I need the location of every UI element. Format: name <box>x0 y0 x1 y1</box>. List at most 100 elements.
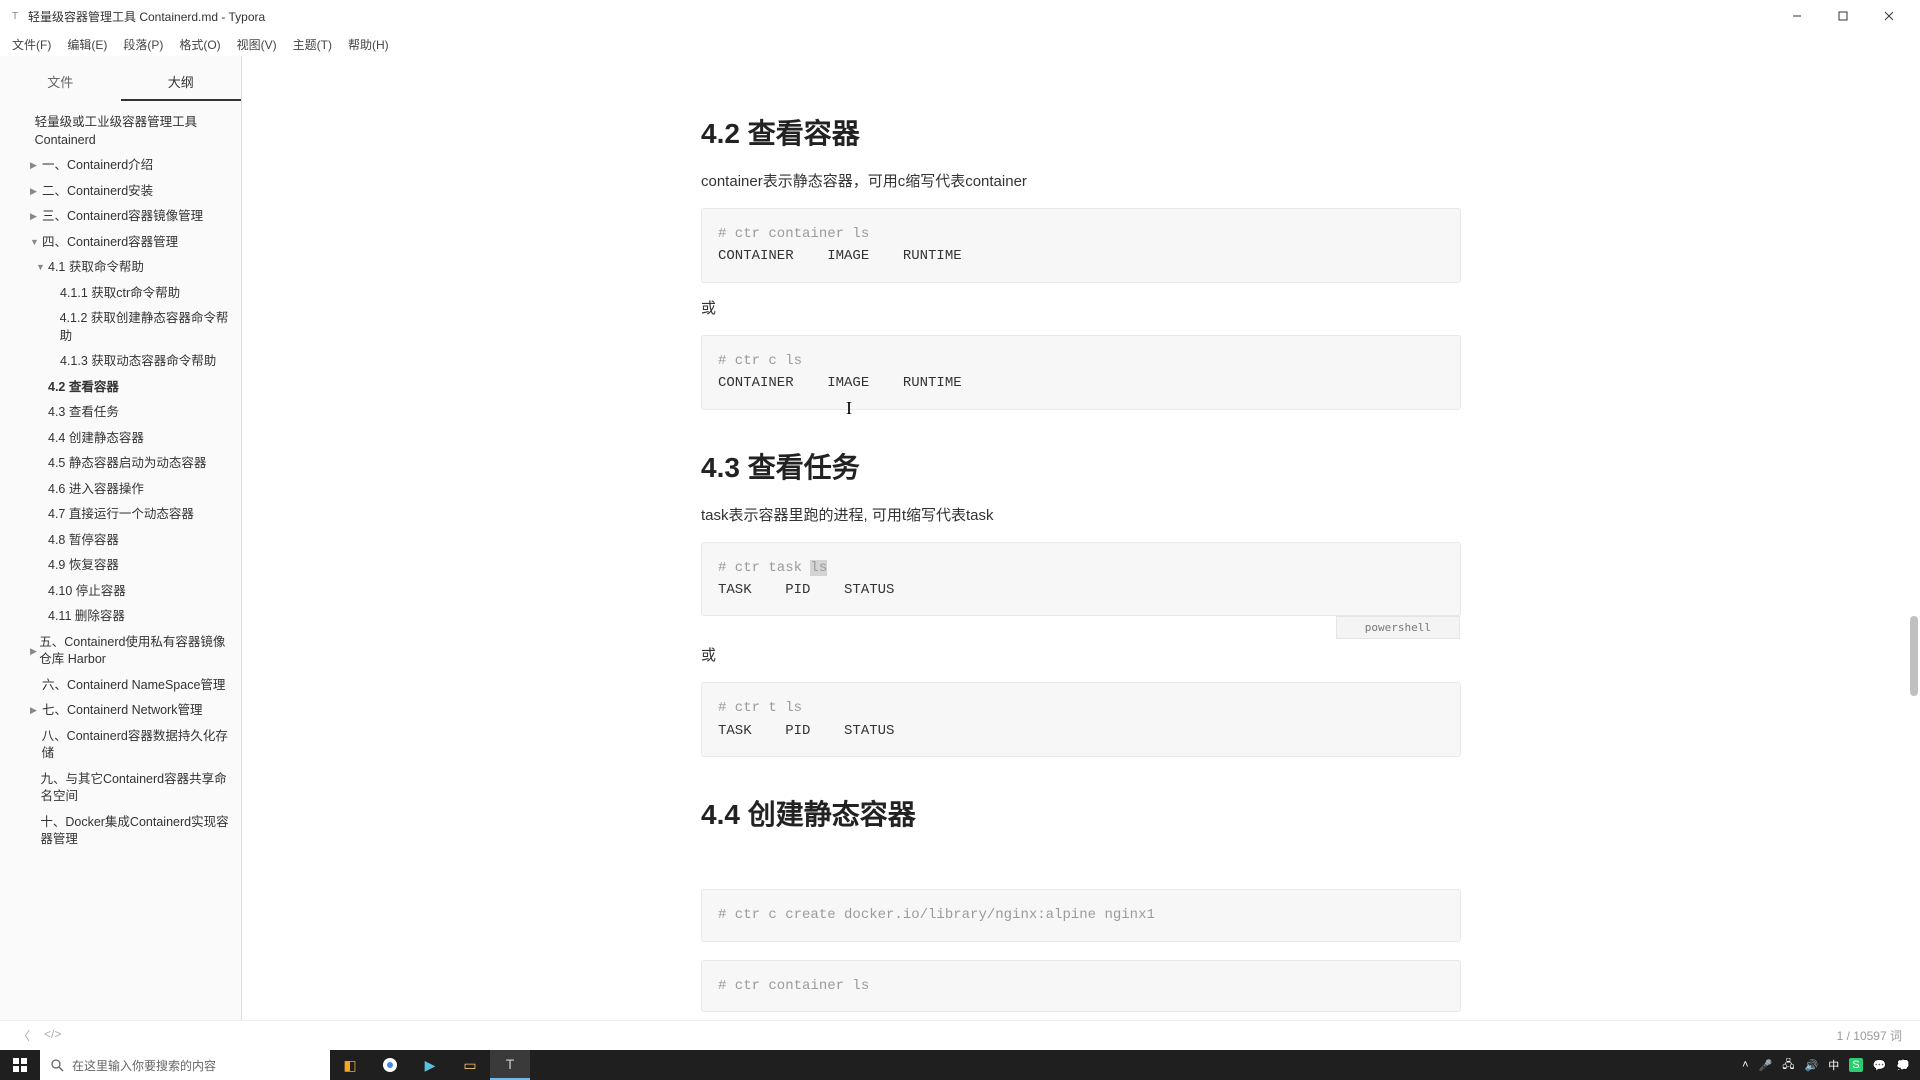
app-icon: T <box>8 9 22 23</box>
menubar: 文件(F) 编辑(E) 段落(P) 格式(O) 视图(V) 主题(T) 帮助(H… <box>0 32 1920 56</box>
code-block[interactable]: # ctr c ls CONTAINER IMAGE RUNTIME <box>701 335 1461 410</box>
menu-theme[interactable]: 主题(T) <box>285 34 340 55</box>
outline-item[interactable]: ▶4.11 删除容器 <box>0 604 241 630</box>
outline-item[interactable]: ▶4.2 查看容器 <box>0 375 241 401</box>
heading-4-4[interactable]: 4.4 创建静态容器 <box>701 793 1461 833</box>
outline-doc-title[interactable]: 轻量级或工业级容器管理工具 Containerd <box>0 110 241 153</box>
minimize-button[interactable] <box>1774 0 1820 32</box>
outline-label: 四、Containerd容器管理 <box>42 234 178 252</box>
outline-item[interactable]: ▼4.1 获取命令帮助 <box>0 255 241 281</box>
outline-item[interactable]: ▶三、Containerd容器镜像管理 <box>0 204 241 230</box>
tab-files[interactable]: 文件 <box>0 64 121 101</box>
outline-item[interactable]: ▶二、Containerd安装 <box>0 179 241 205</box>
taskbar-search[interactable]: 在这里输入你要搜索的内容 <box>40 1050 330 1080</box>
heading-4-3[interactable]: 4.3 查看任务 <box>701 446 1461 486</box>
menu-help[interactable]: 帮助(H) <box>340 34 397 55</box>
main-area: 文件 大纲 轻量级或工业级容器管理工具 Containerd ▶一、Contai… <box>0 56 1920 1020</box>
outline-label: 4.6 进入容器操作 <box>48 481 144 499</box>
outline-label: 4.1.3 获取动态容器命令帮助 <box>60 353 216 371</box>
tray-chevron-icon[interactable]: ˄ <box>1742 1059 1748 1071</box>
outline-item[interactable]: ▶4.1.1 获取ctr命令帮助 <box>0 281 241 307</box>
code-block[interactable]: # ctr t ls TASK PID STATUS <box>701 682 1461 757</box>
paragraph[interactable]: 或 <box>701 297 1461 321</box>
outline-item[interactable]: ▶七、Containerd Network管理 <box>0 698 241 724</box>
paragraph[interactable] <box>701 851 1461 875</box>
tray-action-center-icon[interactable]: 💭 <box>1896 1059 1910 1072</box>
taskbar-app-chrome[interactable] <box>370 1050 410 1080</box>
tray-notif-icon[interactable]: 💬 <box>1873 1059 1887 1072</box>
outline-label: 九、与其它Containerd容器共享命名空间 <box>40 771 235 806</box>
maximize-button[interactable] <box>1820 0 1866 32</box>
menu-file[interactable]: 文件(F) <box>4 34 59 55</box>
outline-label: 4.11 删除容器 <box>48 608 125 626</box>
outline-item[interactable]: ▶4.4 创建静态容器 <box>0 426 241 452</box>
outline-item[interactable]: ▶4.10 停止容器 <box>0 579 241 605</box>
scrollbar-thumb[interactable] <box>1910 616 1918 696</box>
outline-item[interactable]: ▶五、Containerd使用私有容器镜像仓库 Harbor <box>0 630 241 673</box>
tray-ime[interactable]: 中 <box>1828 1057 1839 1073</box>
tray-app-icon[interactable]: S <box>1849 1058 1862 1072</box>
taskbar-app-typora[interactable]: T <box>490 1050 530 1080</box>
menu-edit[interactable]: 编辑(E) <box>59 34 115 55</box>
word-count[interactable]: 1 / 10597 词 <box>1837 1027 1902 1044</box>
code-block[interactable]: # ctr c create docker.io/library/nginx:a… <box>701 889 1461 941</box>
back-icon[interactable]: 〈 <box>18 1027 30 1044</box>
code-block[interactable]: # ctr task ls TASK PID STATUSpowershell <box>701 542 1461 617</box>
close-button[interactable] <box>1866 0 1912 32</box>
outline-label: 八、Containerd容器数据持久化存储 <box>42 728 235 763</box>
start-button[interactable] <box>0 1050 40 1080</box>
text-cursor: I <box>846 398 852 419</box>
tray-volume-icon[interactable]: 🔊 <box>1805 1059 1819 1072</box>
search-icon <box>50 1058 64 1072</box>
outline-label: 4.10 停止容器 <box>48 583 126 601</box>
editor-area[interactable]: 4.2 查看容器 container表示静态容器，可用c缩写代表containe… <box>242 56 1920 1020</box>
taskbar-app-explorer[interactable]: ▭ <box>450 1050 490 1080</box>
chevron-down-icon: ▼ <box>30 236 42 249</box>
outline-item[interactable]: ▶十、Docker集成Containerd实现容器管理 <box>0 810 241 853</box>
outline-item[interactable]: ▶九、与其它Containerd容器共享命名空间 <box>0 767 241 810</box>
window-title: 轻量级容器管理工具 Containerd.md - Typora <box>28 8 1774 25</box>
outline-label: 4.2 查看容器 <box>48 379 119 397</box>
menu-paragraph[interactable]: 段落(P) <box>115 34 171 55</box>
outline-item[interactable]: ▶八、Containerd容器数据持久化存储 <box>0 724 241 767</box>
outline-item[interactable]: ▶六、Containerd NameSpace管理 <box>0 673 241 699</box>
outline-label: 4.1 获取命令帮助 <box>48 259 144 277</box>
outline-item[interactable]: ▼四、Containerd容器管理 <box>0 230 241 256</box>
menu-view[interactable]: 视图(V) <box>229 34 285 55</box>
search-placeholder: 在这里输入你要搜索的内容 <box>72 1057 216 1074</box>
outline-item[interactable]: ▶4.5 静态容器启动为动态容器 <box>0 451 241 477</box>
tab-outline[interactable]: 大纲 <box>121 64 242 101</box>
tray-network-icon[interactable]: 🖧 <box>1782 1056 1794 1075</box>
outline-item[interactable]: ▶4.7 直接运行一个动态容器 <box>0 502 241 528</box>
tray-mic-icon[interactable]: 🎤 <box>1759 1059 1773 1072</box>
outline-item[interactable]: ▶4.8 暂停容器 <box>0 528 241 554</box>
outline-item[interactable]: ▶4.1.3 获取动态容器命令帮助 <box>0 349 241 375</box>
taskbar-app-vm[interactable]: ◧ <box>330 1050 370 1080</box>
outline-label: 4.3 查看任务 <box>48 404 119 422</box>
code-block[interactable]: # ctr container ls CONTAINER IMAGE RUNTI… <box>701 208 1461 283</box>
source-toggle-icon[interactable]: </> <box>44 1027 61 1044</box>
paragraph[interactable]: task表示容器里跑的进程, 可用t缩写代表task <box>701 504 1461 528</box>
paragraph[interactable]: container表示静态容器，可用c缩写代表container <box>701 170 1461 194</box>
taskbar-app-player[interactable]: ▶ <box>410 1050 450 1080</box>
code-block[interactable]: # ctr container ls <box>701 960 1461 1012</box>
outline-label: 4.1.2 获取创建静态容器命令帮助 <box>60 310 235 345</box>
outline-label: 六、Containerd NameSpace管理 <box>42 677 225 695</box>
menu-format[interactable]: 格式(O) <box>171 34 228 55</box>
heading-4-2[interactable]: 4.2 查看容器 <box>701 112 1461 152</box>
outline: 轻量级或工业级容器管理工具 Containerd ▶一、Containerd介绍… <box>0 106 241 857</box>
outline-item[interactable]: ▶4.1.2 获取创建静态容器命令帮助 <box>0 306 241 349</box>
outline-label: 4.9 恢复容器 <box>48 557 119 575</box>
statusbar: 〈 </> 1 / 10597 词 <box>0 1020 1920 1050</box>
window-controls <box>1774 0 1912 32</box>
outline-item[interactable]: ▶一、Containerd介绍 <box>0 153 241 179</box>
outline-item[interactable]: ▶4.9 恢复容器 <box>0 553 241 579</box>
outline-label: 4.5 静态容器启动为动态容器 <box>48 455 206 473</box>
paragraph[interactable]: 或 <box>701 644 1461 668</box>
outline-item[interactable]: ▶4.3 查看任务 <box>0 400 241 426</box>
language-tag[interactable]: powershell <box>1336 616 1460 640</box>
chevron-right-icon: ▶ <box>30 704 42 717</box>
outline-label: 七、Containerd Network管理 <box>42 702 202 720</box>
outline-label: 一、Containerd介绍 <box>42 157 153 175</box>
outline-item[interactable]: ▶4.6 进入容器操作 <box>0 477 241 503</box>
